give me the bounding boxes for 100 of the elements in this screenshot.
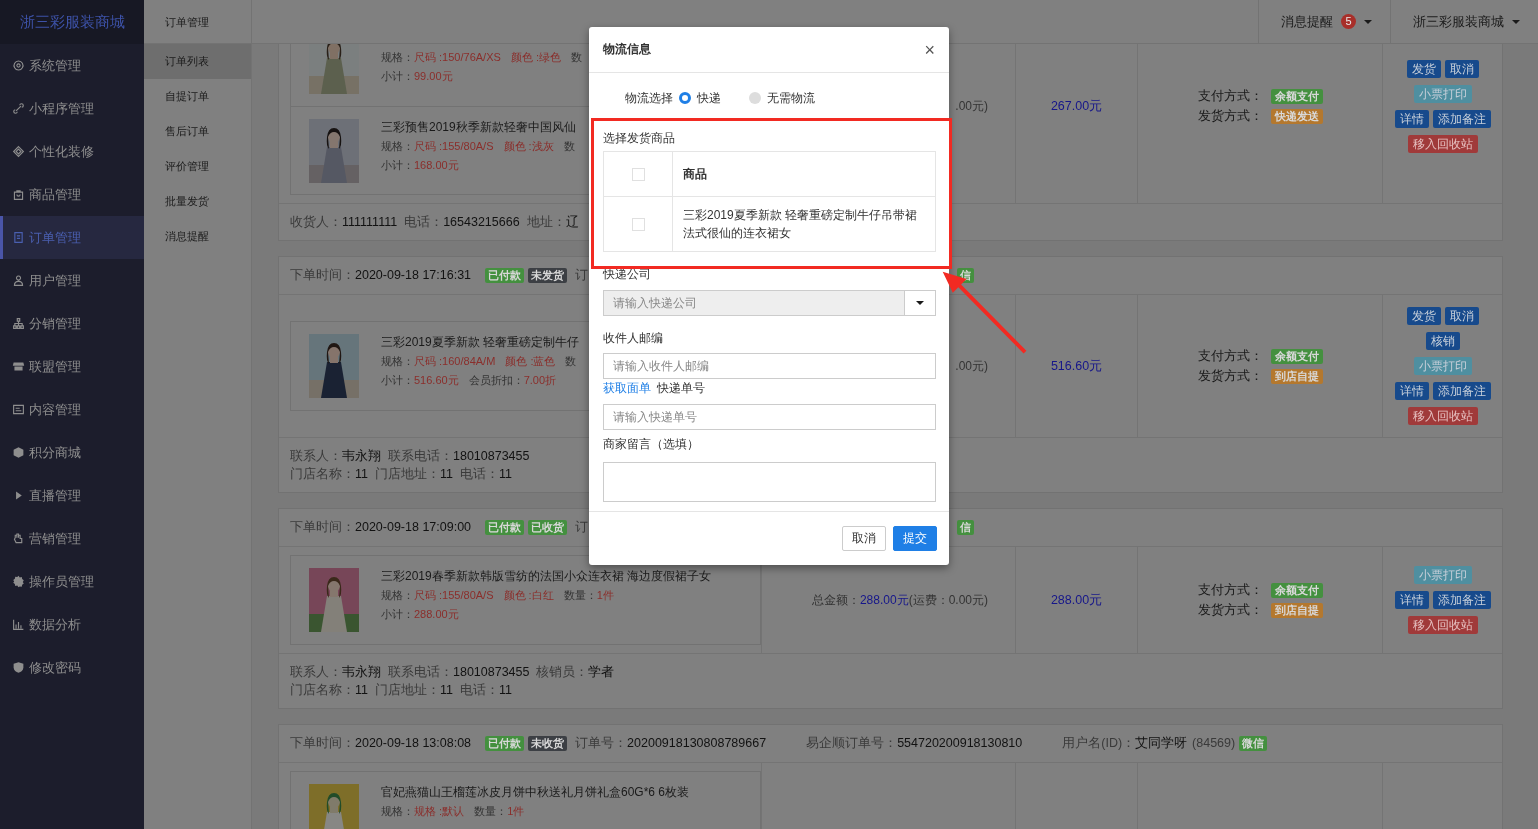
radio-option[interactable]: 无需物流 <box>749 89 815 107</box>
sidebar-item[interactable]: 联盟管理 <box>0 345 144 388</box>
contact-field: 门店地址：11 <box>375 467 453 481</box>
field-label: 小计： <box>381 70 414 82</box>
contact-field: 收货人：111111111 <box>290 215 398 229</box>
order-field: 用户名(ID)：艾同学呀 (84569) <box>1062 735 1236 752</box>
field-label: 规格： <box>381 589 414 601</box>
sidebar-item[interactable]: 小程序管理 <box>0 87 144 130</box>
waybill-link[interactable]: 获取面单 <box>603 379 651 397</box>
sidebar-item[interactable]: 直播管理 <box>0 474 144 517</box>
payment-label: 支付方式： <box>1197 348 1263 365</box>
action-button[interactable]: 详情 <box>1394 591 1429 609</box>
cube-icon <box>12 446 25 459</box>
action-button[interactable]: 核销 <box>1425 332 1460 350</box>
contact-field: 核销员：学者 <box>536 665 615 679</box>
sidebar-item[interactable]: 营销管理 <box>0 517 144 560</box>
contact-field: 电话：11 <box>459 683 512 697</box>
notice-menu[interactable]: 消息提醒 <box>1281 12 1333 31</box>
radio-option[interactable]: 快递 <box>679 89 721 107</box>
field-value: 尺码 :155/80A/S <box>414 140 494 152</box>
sidebar-item[interactable]: 个性化装修 <box>0 130 144 173</box>
method-tag: 到店自提 <box>1270 602 1323 618</box>
product-title[interactable]: 三彩2019夏季新款 轻奢重磅定制牛仔 <box>381 332 580 352</box>
action-button[interactable]: 发货 <box>1406 307 1441 325</box>
amount-value: 288.00元 <box>859 591 909 609</box>
product-title[interactable]: 官妃燕猫山王榴莲冰皮月饼中秋送礼月饼礼盒60G*6 6枚装 <box>381 782 690 802</box>
dropdown-button[interactable] <box>905 290 936 316</box>
caret-icon[interactable] <box>1512 19 1520 24</box>
field-label: 数量： <box>474 805 508 817</box>
status-tag: 已付款 <box>485 520 525 535</box>
checkbox[interactable] <box>631 218 645 232</box>
bar-chart-icon <box>12 618 25 631</box>
action-button[interactable]: 详情 <box>1394 109 1429 128</box>
field-value: 7.00折 <box>523 374 557 386</box>
caret-icon[interactable] <box>1364 19 1372 24</box>
field-value: 1件 <box>507 805 525 817</box>
paid-amount: 516.60元 <box>1050 357 1103 375</box>
action-button[interactable]: 取消 <box>1444 59 1479 78</box>
amount-label: .00元) <box>955 357 988 375</box>
subnav-item[interactable]: 订单列表 <box>144 44 251 79</box>
field-value: 颜色 :蓝色 <box>505 355 556 367</box>
action-button[interactable]: 添加备注 <box>1432 109 1491 128</box>
dialog-button[interactable]: 取消 <box>842 526 886 551</box>
status-tag: 已付款 <box>485 268 525 283</box>
sidebar-item[interactable]: 修改密码 <box>0 646 144 689</box>
sidebar-item[interactable]: 内容管理 <box>0 388 144 431</box>
close-button[interactable]: × <box>922 40 937 59</box>
method-tag: 余额支付 <box>1270 348 1323 364</box>
zip-field[interactable]: 请输入收件人邮编 <box>603 353 936 379</box>
sidebar-item[interactable]: 积分商城 <box>0 431 144 474</box>
action-button[interactable]: 添加备注 <box>1432 382 1491 400</box>
status-tag: 未发货 <box>528 268 568 283</box>
hierarchy-icon <box>12 317 25 330</box>
action-button[interactable]: 移入回收站 <box>1407 134 1478 153</box>
action-button[interactable]: 移入回收站 <box>1407 407 1478 425</box>
dialog-button[interactable]: 提交 <box>893 526 937 551</box>
field-value: 1件 <box>596 589 614 601</box>
product-name: 三彩2019夏季新款 轻奢重磅定制牛仔吊带裙法式很仙的连衣裙女 <box>683 208 918 240</box>
amount-label: 总金额： <box>811 591 860 609</box>
action-button[interactable]: 取消 <box>1444 307 1479 325</box>
message-field[interactable] <box>603 462 936 502</box>
payment-label: 发货方式： <box>1197 368 1263 385</box>
source-tag: 信 <box>957 520 974 535</box>
status-tag: 未收货 <box>528 736 568 751</box>
contact-field: 联系人：韦永翔 <box>290 449 381 463</box>
action-button[interactable]: 详情 <box>1394 382 1429 400</box>
sidebar-item[interactable]: 分销管理 <box>0 302 144 345</box>
bag-icon <box>12 188 25 201</box>
field-value: 规格 :默认 <box>414 805 465 817</box>
hand-icon <box>12 532 25 545</box>
sidebar-item[interactable]: 商品管理 <box>0 173 144 216</box>
sidebar-item[interactable]: 系统管理 <box>0 44 144 87</box>
order-field: 订 <box>575 519 589 536</box>
account-menu[interactable]: 浙三彩服装商城 <box>1413 12 1504 31</box>
link-icon <box>12 102 25 115</box>
product-title[interactable]: 三彩预售2019秋季新款轻奢中国风仙 <box>381 117 576 137</box>
action-button[interactable]: 移入回收站 <box>1407 616 1478 634</box>
checkbox[interactable] <box>631 168 645 182</box>
order-field: 易企顺订单号：554720200918130810 <box>806 735 1023 752</box>
sidebar-item[interactable]: 数据分析 <box>0 603 144 646</box>
field-label: 快递单号 <box>657 380 705 397</box>
caret-icon <box>916 301 924 305</box>
tracking-field[interactable]: 请输入快递单号 <box>603 404 936 430</box>
company-field[interactable]: 请输入快递公司 <box>603 290 905 316</box>
payment-label: 支付方式： <box>1197 88 1263 105</box>
sidebar-item[interactable]: 操作员管理 <box>0 560 144 603</box>
field-label: 规格： <box>381 805 414 817</box>
field-value: 颜色 :绿色 <box>510 51 561 63</box>
amount-label: (运费：0.00元) <box>908 591 988 609</box>
sidebar-item[interactable]: 用户管理 <box>0 259 144 302</box>
gear-icon <box>12 59 25 72</box>
field-label: 收件人邮编 <box>603 330 664 347</box>
paid-amount: 267.00元 <box>1050 97 1103 115</box>
order-field: 订 <box>575 267 589 284</box>
product-title[interactable]: 三彩2019春季新款韩版雪纺的法国小众连衣裙 海边度假裙子女 <box>381 566 712 586</box>
field-label: 快递公司 <box>603 266 652 283</box>
action-button[interactable]: 添加备注 <box>1432 591 1491 609</box>
method-tag: 余额支付 <box>1270 582 1323 598</box>
field-label: 选择发货商品 <box>603 130 676 147</box>
action-button[interactable]: 发货 <box>1406 59 1441 78</box>
